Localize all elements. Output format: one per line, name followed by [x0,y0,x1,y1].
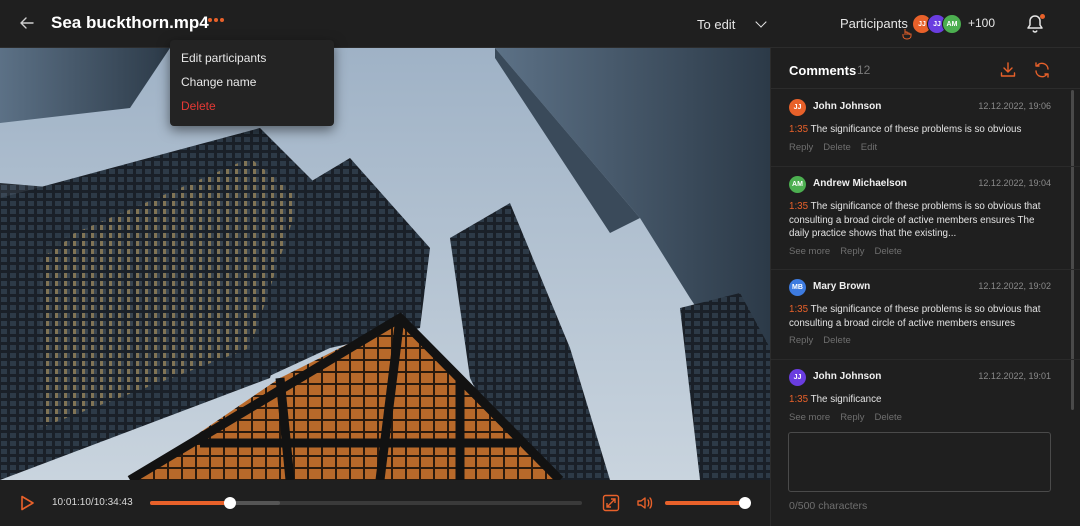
volume-icon[interactable] [636,494,654,512]
comments-panel: Comments 12 JJ John Johnson 12.12.2022, … [770,48,1080,526]
back-arrow-icon[interactable] [20,14,42,34]
fullscreen-icon[interactable] [602,494,620,512]
comment-actions: Reply Delete Edit [789,142,1051,153]
see-more-button[interactable]: See more [789,412,830,423]
status-value: To edit [697,16,736,32]
reply-button[interactable]: Reply [840,246,864,257]
comment-timestamp-link[interactable]: 1:35 [789,394,808,405]
seek-progress [150,501,230,505]
comment-item: MB Mary Brown 12.12.2022, 19:02 1:35 The… [789,279,1051,346]
panel-divider [771,88,1080,89]
comments-scrollbar[interactable] [1071,90,1074,410]
comment-actions: See more Reply Delete [789,412,1051,423]
seek-bar[interactable] [150,497,582,509]
file-title: Sea buckthorn.mp4 [51,13,209,32]
download-icon[interactable] [999,61,1017,79]
participants-button[interactable]: Participants [840,16,908,31]
comment-item: JJ John Johnson 12.12.2022, 19:06 1:35 T… [789,99,1051,153]
delete-button[interactable]: Delete [823,142,850,153]
see-more-button[interactable]: See more [789,246,830,257]
delete-button[interactable]: Delete [874,246,901,257]
comment-timestamp-link[interactable]: 1:35 [789,124,808,135]
comment-body: The significance of these problems is so… [789,304,1041,329]
comment-date: 12.12.2022, 19:06 [978,101,1051,111]
comment-input[interactable] [788,432,1051,492]
comment-text: 1:35 The significance of these problems … [789,303,1051,330]
edit-button[interactable]: Edit [861,142,877,153]
player-controls: 10:01:10/10:34:43 [0,480,770,526]
menu-item-delete[interactable]: Delete [170,99,334,123]
reply-button[interactable]: Reply [789,142,813,153]
comment-divider [771,269,1080,270]
file-options-menu: Edit participants Change name Delete [170,40,334,126]
comment-author: John Johnson [813,101,882,112]
avatar: AM [789,176,806,193]
comment-body: The significance of these problems is so… [810,124,1022,135]
avatar: AM [942,14,962,34]
comment-author: John Johnson [813,371,882,382]
comment-timestamp-link[interactable]: 1:35 [789,201,808,212]
comment-actions: Reply Delete [789,335,1051,346]
top-bar: Sea buckthorn.mp4 To edit Participants J… [0,0,1080,48]
comment-author: Andrew Michaelson [813,178,907,189]
comment-date: 12.12.2022, 19:01 [978,371,1051,381]
comment-timestamp-link[interactable]: 1:35 [789,304,808,315]
character-counter: 0/500 characters [789,500,868,512]
comment-divider [771,359,1080,360]
comment-body: The significance [810,394,882,405]
comment-text: 1:35 The significance [789,393,1051,407]
avatar: JJ [789,369,806,386]
chevron-down-icon [755,15,767,28]
notification-badge [1040,14,1045,19]
avatar: JJ [789,99,806,116]
comment-date: 12.12.2022, 19:04 [978,178,1051,188]
comment-date: 12.12.2022, 19:02 [978,281,1051,291]
delete-button[interactable]: Delete [874,412,901,423]
comment-text: 1:35 The significance of these problems … [789,200,1051,241]
comment-item: JJ John Johnson 12.12.2022, 19:01 1:35 T… [789,369,1051,423]
refresh-icon[interactable] [1033,61,1051,79]
comment-item: AM Andrew Michaelson 12.12.2022, 19:04 1… [789,176,1051,257]
comments-title: Comments [789,63,857,78]
video-frame[interactable] [0,48,770,480]
play-icon[interactable] [18,494,36,512]
comment-body: The significance of these problems is so… [789,201,1041,239]
reply-button[interactable]: Reply [840,412,864,423]
comment-actions: See more Reply Delete [789,246,1051,257]
status-dropdown[interactable]: To edit [697,14,771,34]
comment-divider [771,166,1080,167]
avatar: MB [789,279,806,296]
comment-author: Mary Brown [813,281,871,292]
volume-handle[interactable] [739,497,752,509]
menu-item-edit-participants[interactable]: Edit participants [170,51,334,75]
comments-count: 12 [857,63,871,77]
more-options-icon[interactable] [208,18,224,22]
participants-more-count[interactable]: +100 [968,16,995,30]
menu-item-change-name[interactable]: Change name [170,75,334,99]
seek-handle[interactable] [223,497,236,509]
participant-avatars[interactable]: JJ JJ AM [912,14,962,34]
reply-button[interactable]: Reply [789,335,813,346]
delete-button[interactable]: Delete [823,335,850,346]
volume-slider[interactable] [665,497,752,509]
timecode: 10:01:10/10:34:43 [52,497,133,508]
hand-pointer-icon [902,28,912,43]
comment-text: 1:35 The significance of these problems … [789,123,1051,137]
volume-level [665,501,746,505]
